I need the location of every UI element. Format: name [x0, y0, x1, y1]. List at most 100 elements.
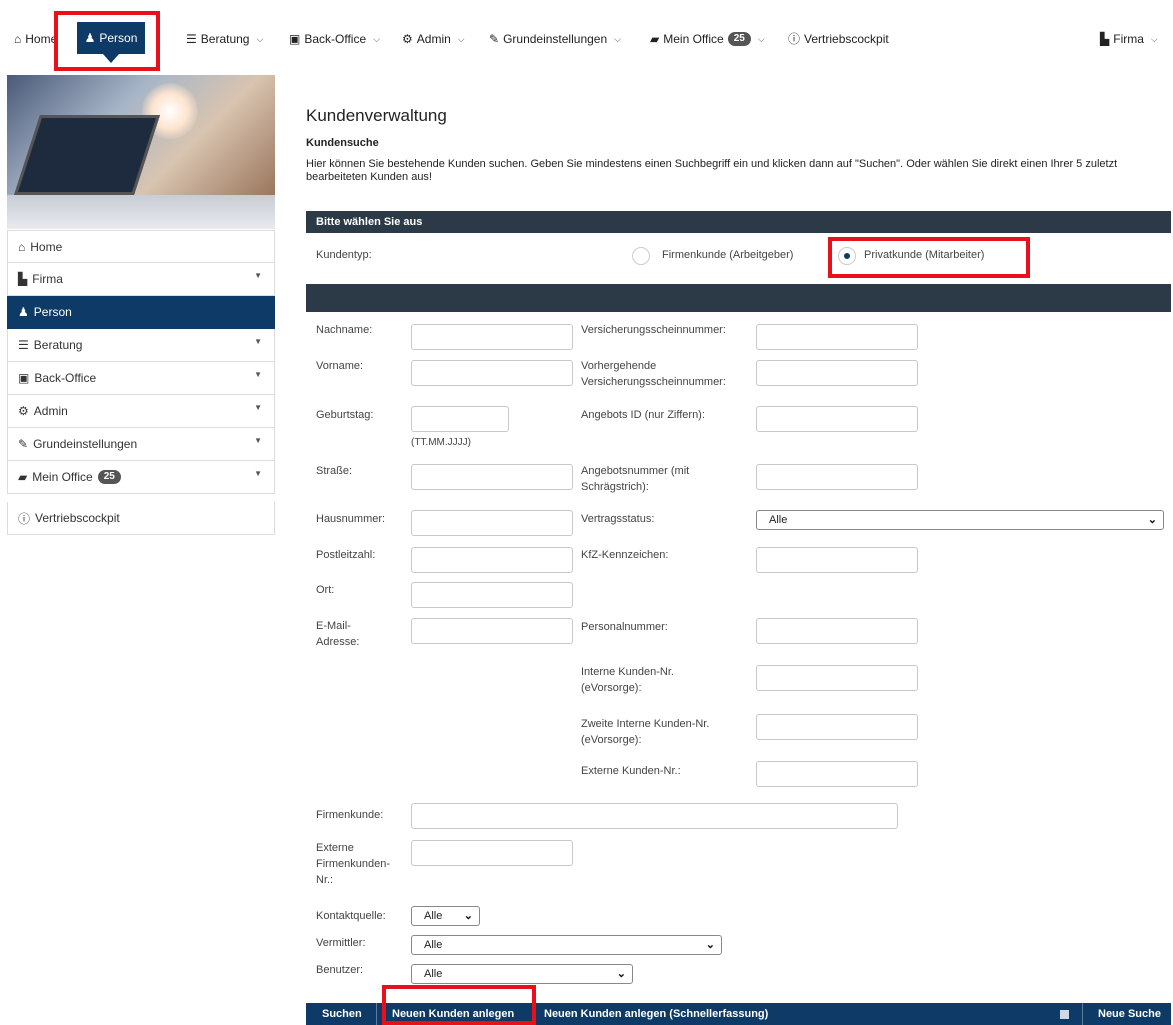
chevron-down-icon: ⌵ — [614, 34, 621, 44]
geburtstag-hint: (TT.MM.JJJJ) — [411, 437, 471, 448]
vertragsstatus-select[interactable]: Alle ⌄ — [756, 510, 1164, 530]
hausnummer-label: Hausnummer: — [316, 513, 386, 525]
nav-grundeinstellungen-label: Grundeinstellungen — [503, 32, 608, 46]
externe-kundennr-label: Externe Kunden-Nr.: — [581, 765, 681, 777]
externe-firmenkundennr-input[interactable] — [411, 840, 573, 866]
email-label-line2: Adresse: — [316, 636, 360, 648]
info-icon: ⓘ — [788, 32, 801, 46]
kontaktquelle-select[interactable]: Alle ⌄ — [411, 906, 480, 926]
angebotsnummer-line1: Angebotsnummer (mit — [581, 465, 690, 477]
neuen-kunden-button[interactable]: Neuen Kunden anlegen — [392, 1003, 514, 1025]
vertragsstatus-value: Alle — [769, 514, 788, 526]
top-navigation: ⌂ Home ♟ Person ☰ Beratung ⌵ ▣ Back-Offi… — [0, 0, 1173, 72]
caret-down-icon: ▼ — [254, 271, 262, 280]
list-icon: ☰ — [186, 32, 197, 46]
nav-firma-label: Firma — [1113, 32, 1144, 46]
vorname-input[interactable] — [411, 360, 573, 386]
chevron-down-icon: ⌵ — [373, 34, 380, 44]
nav-vertriebscockpit[interactable]: ⓘ Vertriebscockpit — [788, 31, 889, 47]
nav-grundeinstellungen[interactable]: ✎ Grundeinstellungen ⌵ — [489, 31, 621, 47]
count-badge: 25 — [727, 32, 751, 46]
gears-icon: ⚙ — [18, 404, 29, 418]
nav-beratung[interactable]: ☰ Beratung ⌵ — [186, 31, 263, 47]
action-separator — [376, 1003, 377, 1025]
ort-input[interactable] — [411, 582, 573, 608]
laptop-illustration — [14, 115, 160, 195]
chevron-down-icon: ⌵ — [1150, 34, 1158, 44]
sidebar-item-firma[interactable]: ▙ Firma ▼ — [7, 263, 275, 296]
personalnummer-label: Personalnummer: — [581, 621, 668, 633]
sidebar-item-grundeinstellungen[interactable]: ✎ Grundeinstellungen ▼ — [7, 428, 275, 461]
vorh-vsnr-label: Vorhergehende Versicherungsscheinnummer: — [581, 358, 726, 390]
action-separator — [1082, 1003, 1083, 1025]
nav-person[interactable]: ♟ Person — [77, 22, 145, 54]
interne-kundennr-input[interactable] — [756, 665, 918, 691]
nachname-input[interactable] — [411, 324, 573, 350]
sidebar-item-label: Admin — [33, 404, 68, 418]
angebotsnummer-input[interactable] — [756, 464, 918, 490]
sidebar-item-home[interactable]: ⌂ Home — [7, 230, 275, 263]
firmenkunde-label: Firmenkunde: — [316, 809, 384, 821]
personalnummer-input[interactable] — [756, 618, 918, 644]
angebotsnummer-line2: Schrägstrich): — [581, 481, 649, 493]
zweite-kundennr-input[interactable] — [756, 714, 918, 740]
neue-suche-button[interactable]: Neue Suche — [1098, 1003, 1161, 1025]
sidebar-item-label: Beratung — [33, 338, 83, 352]
hausnummer-input[interactable] — [411, 510, 573, 536]
zweite-kundennr-line2: (eVorsorge): — [581, 734, 642, 746]
caret-down-icon: ▼ — [254, 436, 262, 445]
action-separator — [534, 1003, 535, 1025]
nav-firma[interactable]: ▙ Firma ⌵ — [1100, 31, 1158, 47]
benutzer-select[interactable]: Alle ⌄ — [411, 964, 633, 984]
email-input[interactable] — [411, 618, 573, 644]
vsnr-input[interactable] — [756, 324, 918, 350]
industry-icon: ▙ — [18, 272, 28, 286]
zweite-kundennr-line1: Zweite Interne Kunden-Nr. — [581, 718, 710, 730]
nav-backoffice-label: Back-Office — [304, 32, 367, 46]
caret-down-icon: ▼ — [254, 403, 262, 412]
vorh-vsnr-input[interactable] — [756, 360, 918, 386]
suchen-button[interactable]: Suchen — [322, 1003, 362, 1025]
nav-admin[interactable]: ⚙ Admin ⌵ — [402, 31, 465, 47]
radio-privatkunde[interactable] — [838, 247, 856, 265]
sidebar-item-label: Home — [30, 239, 63, 254]
form-header-bar — [306, 284, 1171, 312]
email-label: E-Mail- Adresse: — [316, 618, 359, 650]
kfz-input[interactable] — [756, 547, 918, 573]
hero-image — [7, 75, 275, 229]
angebot-id-input[interactable] — [756, 406, 918, 432]
sidebar-item-person[interactable]: ♟ Person — [7, 296, 275, 329]
postleitzahl-input[interactable] — [411, 547, 573, 573]
nav-home-label: Home — [25, 32, 58, 46]
user-icon: ♟ — [18, 305, 29, 319]
sidebar-item-admin[interactable]: ⚙ Admin ▼ — [7, 395, 275, 428]
action-bar: Suchen Neuen Kunden anlegen Neuen Kunden… — [306, 1003, 1171, 1025]
calculator-icon[interactable] — [1060, 1010, 1069, 1019]
user-icon: ♟ — [84, 31, 96, 45]
interne-kundennr-line1: Interne Kunden-Nr. — [581, 666, 674, 678]
email-label-line1: E-Mail- — [316, 620, 351, 632]
sidebar-item-vertriebscockpit[interactable]: ⓘ Vertriebscockpit — [7, 502, 275, 535]
sidebar-item-meinoffice[interactable]: ▰ Mein Office 25 ▼ — [7, 461, 275, 494]
sidebar-item-label: Mein Office — [32, 470, 93, 484]
nav-backoffice[interactable]: ▣ Back-Office ⌵ — [289, 31, 380, 47]
vertragsstatus-label: Vertragsstatus: — [581, 513, 655, 525]
nav-meinoffice[interactable]: ▰ Mein Office 25 ⌵ — [650, 31, 765, 47]
nav-home[interactable]: ⌂ Home — [14, 31, 57, 47]
neuen-kunden-schnell-button[interactable]: Neuen Kunden anlegen (Schnellerfassung) — [544, 1003, 768, 1025]
geburtstag-input[interactable] — [411, 406, 509, 432]
strasse-input[interactable] — [411, 464, 573, 490]
nav-person-label: Person — [99, 31, 138, 45]
chevron-down-icon: ⌄ — [1147, 514, 1157, 526]
sidebar-item-label: Grundeinstellungen — [33, 437, 138, 451]
industry-icon: ▙ — [1100, 32, 1110, 46]
sidebar-item-backoffice[interactable]: ▣ Back-Office ▼ — [7, 362, 275, 395]
sidebar-item-beratung[interactable]: ☰ Beratung ▼ — [7, 329, 275, 362]
firmenkunde-input[interactable] — [411, 803, 898, 829]
nachname-label: Nachname: — [316, 324, 373, 336]
book-icon: ▰ — [18, 470, 28, 484]
radio-firmenkunde[interactable] — [632, 247, 650, 265]
externe-kundennr-input[interactable] — [756, 761, 918, 787]
nav-active-arrow — [103, 54, 119, 63]
vermittler-select[interactable]: Alle ⌄ — [411, 935, 722, 955]
